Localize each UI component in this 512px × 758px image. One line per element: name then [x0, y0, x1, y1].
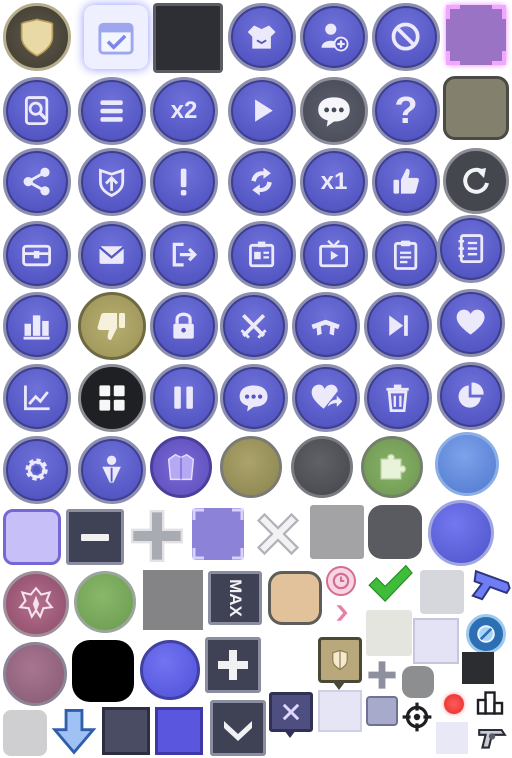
chat-bubble-dark-icon[interactable]: [300, 77, 368, 145]
settings-gear-icon[interactable]: [3, 436, 71, 504]
black-rounded-tile: [72, 640, 134, 702]
pale-square-tile: [366, 610, 412, 656]
search-document-icon[interactable]: [3, 77, 71, 145]
slate-rounded-tile: [366, 696, 398, 726]
tan-rounded-tile: [268, 571, 322, 625]
purple-frame-tile[interactable]: [192, 508, 244, 560]
speed-x2-button[interactable]: x2: [150, 77, 218, 145]
shield-badge-icon[interactable]: [3, 3, 71, 71]
block-icon[interactable]: [372, 3, 440, 71]
check-icon[interactable]: [365, 562, 415, 606]
max-label: MAX: [226, 579, 245, 617]
x2-label: x2: [170, 97, 198, 124]
menu-icon[interactable]: [78, 77, 146, 145]
pale-lavender-tile: [318, 690, 362, 732]
pie-chart-icon[interactable]: [437, 362, 505, 430]
add-user-icon[interactable]: [300, 3, 368, 71]
tv-icon[interactable]: [300, 221, 368, 289]
skip-forward-icon[interactable]: [364, 292, 432, 360]
blue-orb: [435, 432, 499, 496]
like-icon[interactable]: [372, 148, 440, 216]
small-plus-icon[interactable]: [365, 658, 399, 692]
green-orb: [74, 571, 136, 633]
play-icon[interactable]: [228, 77, 296, 145]
small-dark-tile: [462, 652, 494, 684]
puzzle-piece-icon[interactable]: [361, 436, 423, 498]
outfit-icon[interactable]: [150, 436, 212, 498]
pale-blue-tile: [436, 722, 468, 754]
id-card-icon[interactable]: [228, 221, 296, 289]
lavender-frame-tile: [413, 618, 459, 664]
add-button[interactable]: [205, 637, 261, 693]
line-chart-icon[interactable]: [3, 364, 71, 432]
chest-icon[interactable]: [3, 221, 71, 289]
guns-icon[interactable]: [292, 292, 360, 360]
chat-icon[interactable]: [220, 364, 288, 432]
podium-icon[interactable]: [472, 686, 508, 720]
calendar-check-icon[interactable]: [84, 5, 148, 69]
mail-icon[interactable]: [78, 221, 146, 289]
leaderboard-icon[interactable]: [3, 292, 71, 360]
share-icon[interactable]: [3, 148, 71, 216]
help-button[interactable]: ?: [372, 77, 440, 145]
mid-gray-square-tile: [143, 570, 203, 630]
grid-menu-icon[interactable]: [78, 364, 146, 432]
purple-selection-tile[interactable]: [446, 5, 506, 65]
red-dot-indicator: [444, 694, 464, 714]
plus-icon[interactable]: [126, 505, 188, 567]
minus-button[interactable]: [66, 509, 124, 565]
max-button[interactable]: MAX: [208, 571, 262, 625]
share-heart-icon[interactable]: [292, 364, 360, 432]
charcoal-rounded-tile: [368, 505, 422, 559]
refresh-icon[interactable]: [228, 148, 296, 216]
gray-rounded-tile: [443, 76, 509, 140]
pink-timer-icon[interactable]: [326, 566, 356, 596]
user-gender-icon[interactable]: [78, 436, 146, 504]
mauve-orb: [3, 642, 67, 706]
dark-slate-square: [102, 707, 150, 755]
chevron-right-icon[interactable]: [330, 600, 354, 626]
restart-icon[interactable]: [443, 148, 509, 214]
lock-icon[interactable]: [150, 292, 218, 360]
alert-icon[interactable]: [150, 148, 218, 216]
badge-medal-icon[interactable]: [466, 614, 506, 654]
swords-tooltip-icon[interactable]: [269, 692, 313, 732]
dark-slate-orb: [291, 436, 353, 498]
speed-x1-button[interactable]: x1: [300, 148, 368, 216]
indigo-square: [155, 707, 203, 755]
olive-orb: [220, 436, 282, 498]
armor-icon[interactable]: [228, 3, 296, 71]
notebook-icon[interactable]: [437, 215, 505, 283]
revolver-icon[interactable]: [474, 720, 510, 756]
heart-icon[interactable]: [437, 289, 505, 357]
gray-square-tile: [310, 505, 364, 559]
clipboard-icon[interactable]: [372, 221, 440, 289]
crossed-swords-icon[interactable]: [220, 292, 288, 360]
pause-icon[interactable]: [150, 364, 218, 432]
tooltip-tail: [284, 730, 296, 738]
small-gray-rounded-tile: [402, 666, 434, 698]
shield-tooltip-tail: [333, 682, 345, 690]
shield-tooltip-icon[interactable]: [318, 637, 362, 683]
dark-square-tile: [153, 3, 223, 73]
logout-icon[interactable]: [150, 221, 218, 289]
trash-icon[interactable]: [364, 364, 432, 432]
crosshair-icon[interactable]: [400, 700, 434, 734]
pale-gray-rounded-tile: [3, 710, 47, 756]
x1-label: x1: [320, 168, 348, 195]
arrow-down-icon[interactable]: [50, 706, 98, 758]
light-gray-tile: [420, 570, 464, 614]
question-mark-icon: ?: [394, 89, 418, 132]
chevron-down-button[interactable]: [210, 700, 266, 756]
emblem-badge-icon[interactable]: [3, 571, 69, 637]
pistol-icon[interactable]: [467, 568, 511, 612]
indigo-orb: [428, 500, 494, 566]
close-x-icon[interactable]: [248, 504, 308, 564]
dislike-icon[interactable]: [78, 292, 146, 360]
shield-upgrade-icon[interactable]: [78, 148, 146, 216]
violet-orb: [140, 640, 200, 700]
lilac-rounded-tile: [3, 509, 61, 565]
